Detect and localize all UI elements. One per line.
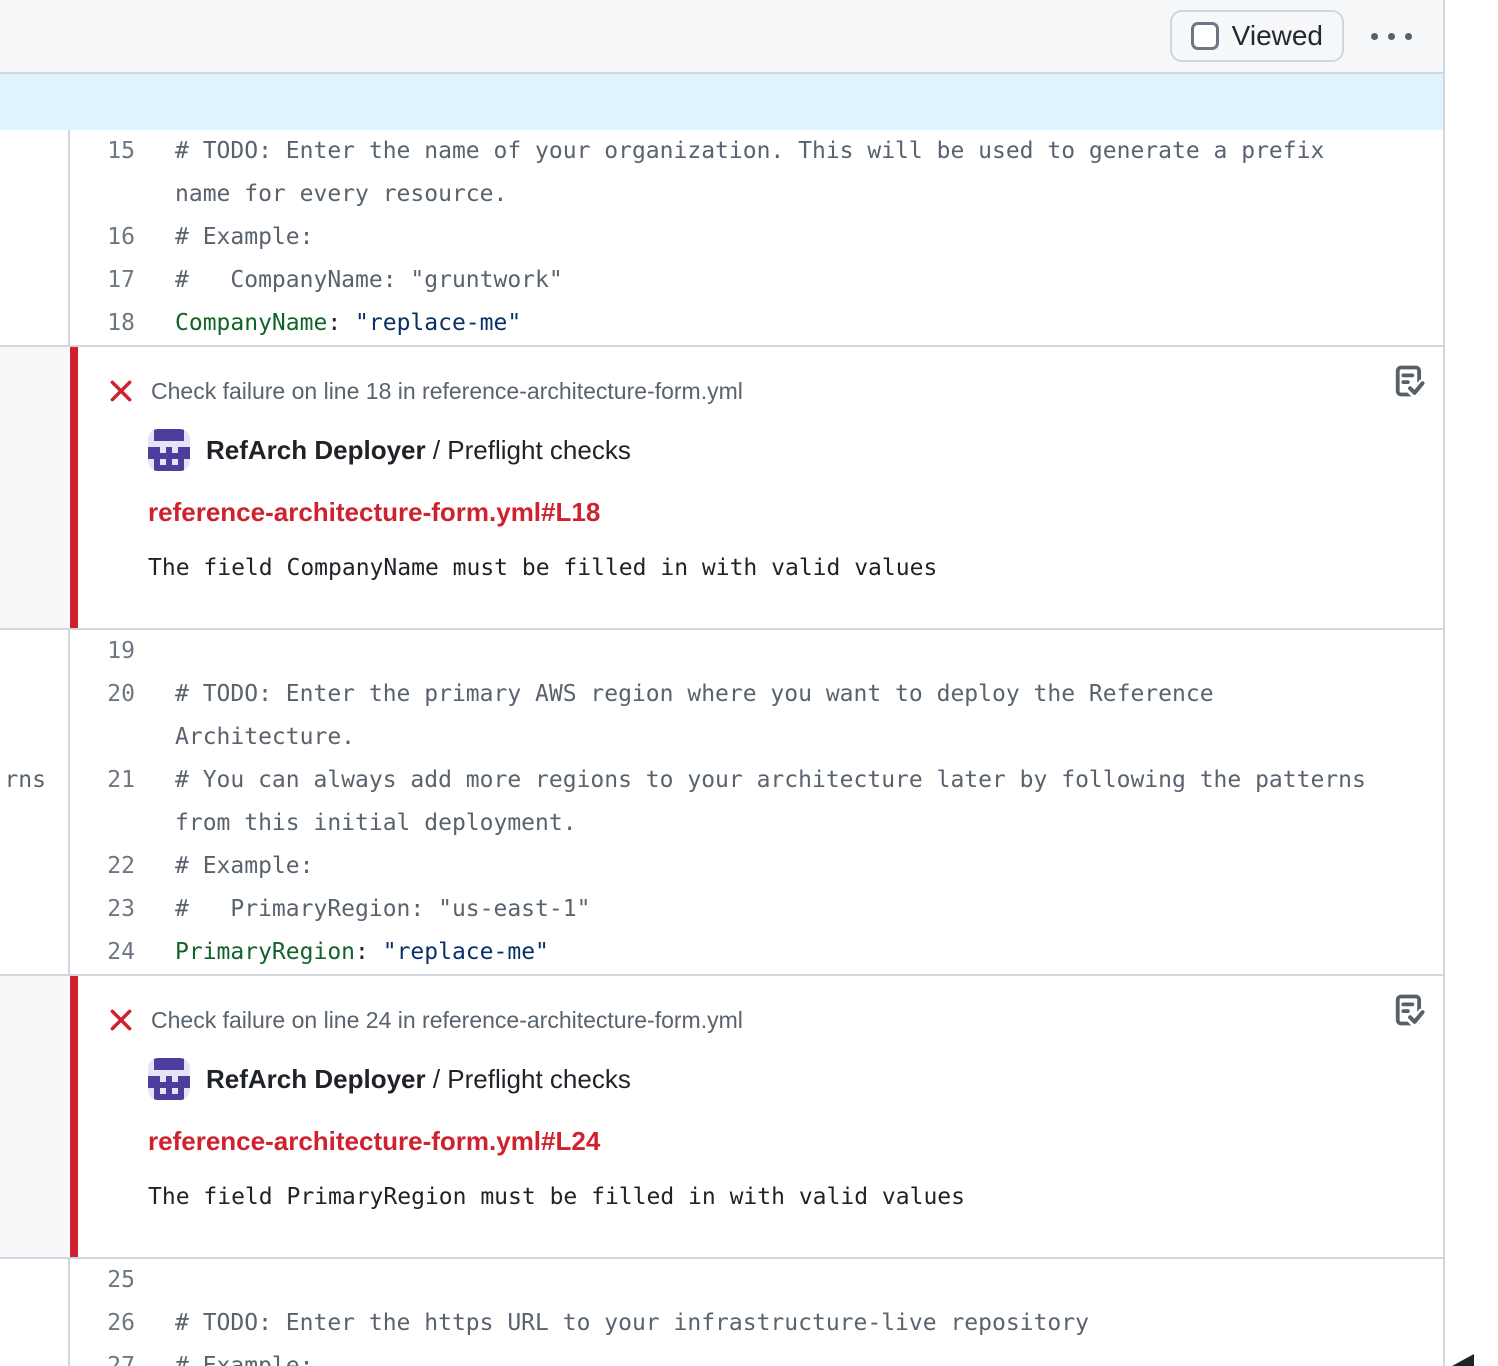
left-pane-code-fragment: rns — [4, 759, 46, 802]
annotation-check-name: RefArch Deployer / Preflight checks — [206, 1058, 631, 1100]
code-line: CompanyName: "replace-me" — [135, 302, 1443, 345]
diff-file-container: Viewed 15 # TODO: Enter the name of your … — [0, 0, 1445, 1366]
annotation-check-title: RefArch Deployer / Preflight checks — [148, 1058, 1383, 1100]
code-visual-line: # Example: — [175, 845, 1443, 888]
diff-body: 15 # TODO: Enter the name of your organiz… — [0, 130, 1443, 1366]
code-line-row: 22 # Example: — [70, 845, 1443, 888]
annotation-check-name: RefArch Deployer / Preflight checks — [206, 429, 631, 471]
code-line: # Example: — [135, 845, 1443, 888]
code-line: # You can always add more regions to you… — [135, 759, 1443, 845]
code-pane: 2526 # TODO: Enter the https URL to your … — [70, 1259, 1443, 1366]
code-line: # CompanyName: "gruntwork" — [135, 259, 1443, 302]
check-annotation: Check failure on line 24 in reference-ar… — [70, 976, 1443, 1257]
code-line-row: 24 PrimaryRegion: "replace-me" — [70, 931, 1443, 974]
code-line: # TODO: Enter the name of your organizat… — [135, 130, 1443, 216]
annotation-message: The field CompanyName must be filled in … — [148, 553, 1383, 583]
code-line: # Example: — [135, 216, 1443, 259]
code-visual-line: # TODO: Enter the name of your organizat… — [175, 130, 1443, 173]
code-visual-line — [175, 1259, 1443, 1302]
code-line-row: 21 # You can always add more regions to y… — [70, 759, 1443, 845]
code-line: # PrimaryRegion: "us-east-1" — [135, 888, 1443, 931]
x-icon — [108, 378, 134, 404]
x-icon — [108, 1007, 134, 1033]
code-visual-line — [175, 630, 1443, 673]
expanded-hunk-row — [0, 74, 1443, 130]
mouse-cursor-artifact — [1452, 1354, 1474, 1366]
code-pane: 1920 # TODO: Enter the primary AWS region… — [70, 630, 1443, 974]
annotation-left-gutter — [0, 347, 70, 628]
code-visual-line: from this initial deployment. — [175, 802, 1443, 845]
line-number[interactable]: 22 — [70, 845, 135, 888]
split-left-gutter — [0, 130, 70, 345]
line-number[interactable]: 18 — [70, 302, 135, 345]
line-number[interactable]: 16 — [70, 216, 135, 259]
code-line-row: 20 # TODO: Enter the primary AWS region w… — [70, 673, 1443, 759]
code-visual-line: Architecture. — [175, 716, 1443, 759]
viewed-button[interactable]: Viewed — [1170, 10, 1344, 62]
code-line: # TODO: Enter the https URL to your infr… — [135, 1302, 1443, 1345]
check-annotation-row: Check failure on line 18 in reference-ar… — [0, 345, 1443, 630]
line-number[interactable]: 23 — [70, 888, 135, 931]
check-annotation: Check failure on line 18 in reference-ar… — [70, 347, 1443, 628]
code-visual-line: # TODO: Enter the https URL to your infr… — [175, 1302, 1443, 1345]
code-line-row: 23 # PrimaryRegion: "us-east-1" — [70, 888, 1443, 931]
code-pane: 15 # TODO: Enter the name of your organiz… — [70, 130, 1443, 345]
diff-hunk: 2526 # TODO: Enter the https URL to your … — [0, 1259, 1443, 1366]
annotation-header-text: Check failure on line 24 in reference-ar… — [151, 1004, 743, 1036]
viewed-label: Viewed — [1232, 20, 1323, 52]
code-line-row: 25 — [70, 1259, 1443, 1302]
code-line — [135, 1259, 1443, 1302]
annotation-check-title: RefArch Deployer / Preflight checks — [148, 429, 1383, 471]
code-line — [135, 630, 1443, 673]
annotation-file-link[interactable]: reference-architecture-form.yml#L18 — [148, 497, 1383, 527]
code-visual-line: CompanyName: "replace-me" — [175, 302, 1443, 345]
code-line-row: 16 # Example: — [70, 216, 1443, 259]
code-visual-line: # Example: — [175, 216, 1443, 259]
line-number[interactable]: 21 — [70, 759, 135, 845]
line-number[interactable]: 25 — [70, 1259, 135, 1302]
check-annotation-row: Check failure on line 24 in reference-ar… — [0, 974, 1443, 1259]
annotation-header: Check failure on line 18 in reference-ar… — [108, 375, 1383, 407]
split-left-gutter: rns — [0, 630, 70, 974]
annotation-left-gutter — [0, 976, 70, 1257]
code-line-row: 19 — [70, 630, 1443, 673]
annotation-header-text: Check failure on line 18 in reference-ar… — [151, 375, 743, 407]
refarch-deployer-avatar — [148, 429, 190, 471]
line-number[interactable]: 20 — [70, 673, 135, 759]
code-visual-line: # TODO: Enter the primary AWS region whe… — [175, 673, 1443, 716]
annotation-file-link[interactable]: reference-architecture-form.yml#L24 — [148, 1126, 1383, 1156]
code-visual-line: # You can always add more regions to you… — [175, 759, 1443, 802]
code-line-row: 27 # Example: — [70, 1345, 1443, 1366]
diff-hunk: 15 # TODO: Enter the name of your organiz… — [0, 130, 1443, 345]
line-number[interactable]: 27 — [70, 1345, 135, 1366]
code-line-row: 17 # CompanyName: "gruntwork" — [70, 259, 1443, 302]
code-visual-line: # CompanyName: "gruntwork" — [175, 259, 1443, 302]
tasklist-icon[interactable] — [1391, 363, 1427, 399]
code-line: # Example: — [135, 1345, 1443, 1366]
code-line: # TODO: Enter the primary AWS region whe… — [135, 673, 1443, 759]
code-line-row: 26 # TODO: Enter the https URL to your in… — [70, 1302, 1443, 1345]
code-visual-line: # Example: — [175, 1345, 1443, 1366]
file-header-bar: Viewed — [0, 0, 1443, 74]
line-number[interactable]: 26 — [70, 1302, 135, 1345]
line-number[interactable]: 19 — [70, 630, 135, 673]
code-line: PrimaryRegion: "replace-me" — [135, 931, 1443, 974]
line-number[interactable]: 17 — [70, 259, 135, 302]
code-visual-line: PrimaryRegion: "replace-me" — [175, 931, 1443, 974]
kebab-horizontal-icon[interactable] — [1365, 23, 1418, 50]
line-number[interactable]: 15 — [70, 130, 135, 216]
code-line-row: 18 CompanyName: "replace-me" — [70, 302, 1443, 345]
viewed-checkbox[interactable] — [1191, 22, 1219, 50]
code-line-row: 15 # TODO: Enter the name of your organiz… — [70, 130, 1443, 216]
line-number[interactable]: 24 — [70, 931, 135, 974]
split-left-gutter — [0, 1259, 70, 1366]
tasklist-icon[interactable] — [1391, 992, 1427, 1028]
diff-hunk: rns 1920 # TODO: Enter the primary AWS reg… — [0, 630, 1443, 974]
annotation-header: Check failure on line 24 in reference-ar… — [108, 1004, 1383, 1036]
code-visual-line: name for every resource. — [175, 173, 1443, 216]
annotation-message: The field PrimaryRegion must be filled i… — [148, 1182, 1383, 1212]
refarch-deployer-avatar — [148, 1058, 190, 1100]
code-visual-line: # PrimaryRegion: "us-east-1" — [175, 888, 1443, 931]
